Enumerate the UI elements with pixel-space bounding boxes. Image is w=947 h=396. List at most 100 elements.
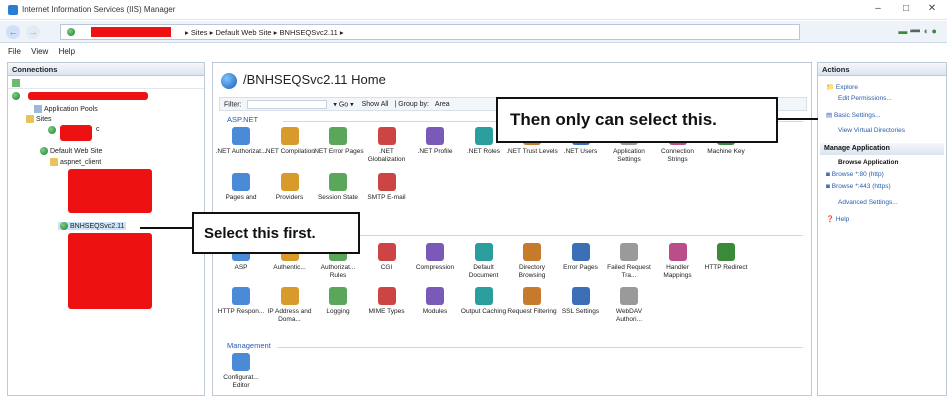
redacted-apps-bottom — [68, 233, 152, 309]
site-icon — [40, 147, 48, 155]
feature-iis_icons-4[interactable]: Compression — [409, 243, 461, 272]
feature-iis_icons2-4[interactable]: Modules — [409, 287, 461, 316]
feature-iis_icons2-8[interactable]: WebDAV Authori... — [603, 287, 655, 324]
app-pool-icon — [34, 105, 42, 113]
group-by-label: | Group by: — [394, 101, 429, 109]
redacted-server-name — [91, 27, 171, 37]
feature-aspnet_icons-0[interactable]: .NET Authorizat... — [215, 127, 267, 156]
feature-iis_icons2-6[interactable]: Request Filtering — [506, 287, 558, 316]
tree-aspnet-client[interactable]: aspnet_client — [50, 158, 101, 166]
actions-header: Actions — [818, 63, 946, 76]
feature-aspnet_icons2-1[interactable]: Providers — [264, 173, 316, 202]
back-icon[interactable]: ← — [6, 25, 20, 39]
tree-app-pools[interactable]: Application Pools — [34, 105, 98, 113]
feature-iis_icons2-2[interactable]: Logging — [312, 287, 364, 316]
feature-label: Connection Strings — [661, 148, 694, 163]
folder-icon — [50, 158, 58, 166]
callout-arrow — [140, 227, 192, 229]
show-all-button[interactable]: Show All — [362, 101, 389, 108]
group-by-select[interactable]: Area — [435, 101, 450, 108]
basic-settings-link[interactable]: ▤ Basic Settings... — [826, 111, 881, 119]
feature-aspnet_icons-3[interactable]: .NET Globalization — [361, 127, 413, 164]
feature-aspnet_icons-4[interactable]: .NET Profile — [409, 127, 461, 156]
tree-default-site[interactable]: Default Web Site — [40, 147, 102, 155]
tree-server[interactable] — [12, 92, 22, 100]
feature-icon — [620, 243, 638, 261]
feature-label: .NET Profile — [417, 148, 453, 155]
feature-icon — [280, 287, 299, 305]
feature-label: Machine Key — [707, 148, 745, 155]
feature-label: Session State — [317, 194, 359, 201]
feature-iis_icons-6[interactable]: Directory Browsing — [506, 243, 558, 280]
actions-panel: Actions 📁 Explore Edit Permissions... ▤ … — [817, 62, 947, 396]
connect-icon[interactable] — [12, 78, 20, 87]
iis-app-icon — [8, 5, 18, 15]
feature-label: Directory Browsing — [518, 264, 546, 279]
feature-iis_icons2-1[interactable]: IP Address and Doma... — [264, 287, 316, 324]
section-management: Management — [227, 341, 271, 350]
truncated-text: c — [96, 126, 100, 133]
tree-sites[interactable]: Sites — [26, 115, 52, 123]
edit-permissions-link[interactable]: Edit Permissions... — [838, 95, 892, 102]
feature-icon — [280, 173, 299, 191]
feature-aspnet_icons-1[interactable]: .NET Compilation — [264, 127, 316, 156]
feature-iis_icons2-3[interactable]: MIME Types — [361, 287, 413, 316]
feature-iis_icons-5[interactable]: Default Document — [458, 243, 510, 280]
menu-file[interactable]: File — [8, 47, 21, 56]
feature-aspnet_icons2-2[interactable]: Session State — [312, 173, 364, 202]
explore-link[interactable]: 📁 Explore — [826, 83, 858, 91]
feature-iis_icons-9[interactable]: Handler Mappings — [652, 243, 704, 280]
feature-label: Authentic... — [273, 264, 306, 271]
maximize-icon[interactable]: □ — [896, 3, 916, 17]
feature-icon — [280, 127, 299, 145]
manage-application-header[interactable]: Manage Application — [820, 143, 944, 155]
feature-iis_icons-7[interactable]: Error Pages — [555, 243, 607, 272]
folder-icon — [26, 115, 34, 123]
feature-icon — [377, 127, 396, 145]
browse-443-link[interactable]: ◙ Browse *:443 (https) — [826, 183, 891, 190]
advanced-settings-link[interactable]: Advanced Settings... — [838, 199, 898, 206]
feature-label: .NET Trust Levels — [506, 148, 558, 155]
connections-header: Connections — [8, 63, 204, 76]
address-box[interactable]: ▸ Sites ▸ Default Web Site ▸ BNHSEQSvc2.… — [60, 24, 800, 40]
help-link[interactable]: ❓ Help — [826, 215, 849, 223]
filter-input[interactable] — [247, 100, 328, 109]
feature-iis_icons2-5[interactable]: Output Caching — [458, 287, 510, 316]
feature-iis_icons2-0[interactable]: HTTP Respon... — [215, 287, 267, 316]
close-icon[interactable]: ✕ — [922, 3, 942, 17]
feature-iis_icons-3[interactable]: CGI — [361, 243, 413, 272]
go-button[interactable]: ▾ Go ▾ — [333, 101, 353, 108]
feature-iis_icons2-7[interactable]: SSL Settings — [555, 287, 607, 316]
breadcrumb: ▸ Sites ▸ Default Web Site ▸ BNHSEQSvc2.… — [185, 28, 344, 37]
feature-icon — [377, 243, 396, 261]
feature-label: HTTP Redirect — [704, 264, 748, 271]
feature-aspnet_icons-2[interactable]: .NET Error Pages — [312, 127, 364, 156]
feature-iis_icons-8[interactable]: Failed Request Tra... — [603, 243, 655, 280]
browse-80-link[interactable]: ◙ Browse *:80 (http) — [826, 171, 884, 178]
menu-help[interactable]: Help — [59, 47, 75, 56]
connections-toolbar — [8, 76, 204, 89]
tree-selected-app[interactable]: BNHSEQSvc2.11 — [58, 222, 127, 230]
feature-icon — [523, 243, 541, 261]
feature-iis_icons-10[interactable]: HTTP Redirect — [700, 243, 752, 272]
feature-icon — [329, 287, 347, 305]
feature-label: Providers — [275, 194, 304, 201]
toolbar-icons[interactable]: ▬ ➖ ◐ ● — [898, 26, 937, 37]
feature-icon — [474, 243, 493, 261]
forward-icon[interactable]: → — [26, 25, 40, 39]
feature-icon — [717, 243, 735, 261]
minimize-icon[interactable]: – — [868, 3, 888, 17]
feature-icon — [571, 287, 590, 305]
feature-aspnet_icons2-0[interactable]: Pages and — [215, 173, 267, 202]
feature-aspnet_icons2-3[interactable]: SMTP E-mail — [361, 173, 413, 202]
feature-icon — [232, 173, 250, 191]
feature-mgmt_icons-0[interactable]: Configurat... Editor — [215, 353, 267, 390]
callout-select-first: Select this first. — [192, 212, 360, 254]
tree-site-redacted-1[interactable] — [48, 126, 58, 134]
view-vdirs-link[interactable]: View Virtual Directories — [838, 127, 905, 134]
site-icon — [60, 222, 68, 230]
page-title: /BNHSEQSvc2.11 Home — [221, 72, 386, 89]
feature-label: MIME Types — [368, 308, 405, 315]
menu-view[interactable]: View — [31, 47, 48, 56]
feature-icon — [377, 173, 396, 191]
